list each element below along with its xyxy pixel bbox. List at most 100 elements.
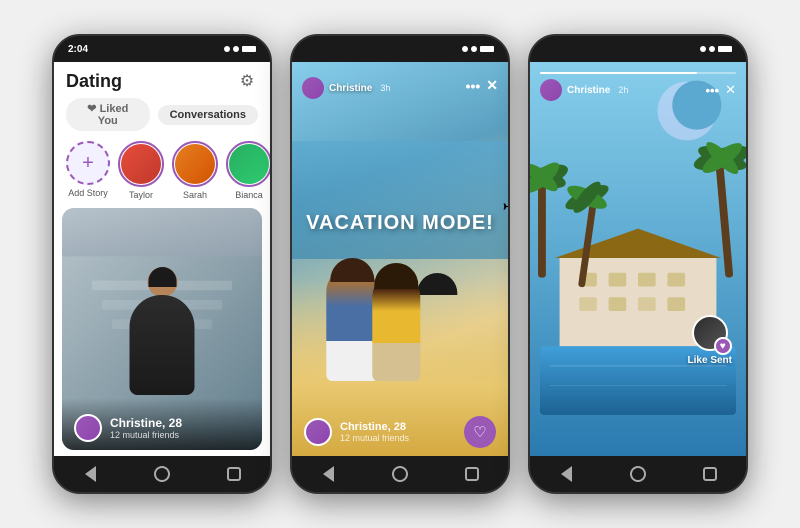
status-bar-1: 2:04 [54, 36, 270, 62]
avatar-sarah [175, 144, 215, 184]
story-user-row: Christine 3h [302, 77, 458, 99]
like-view: Christine 2h ••• ✕ ♥ Like Sent [530, 62, 746, 456]
story-ring-bianca [226, 141, 270, 187]
tab-row: ❤ ❤ Liked YouLiked You Conversations [54, 96, 270, 137]
story-username: Christine [329, 83, 372, 94]
like-user-avatar [540, 79, 562, 101]
story-profile-name: Christine, 28 [340, 421, 409, 433]
like-heart-badge: ♥ [714, 337, 732, 355]
story-name-block: Christine, 28 12 mutual friends [340, 421, 409, 443]
heart-icon: ❤ [87, 103, 99, 115]
phone-3: Christine 2h ••• ✕ ♥ Like Sent [528, 34, 748, 494]
settings-icon[interactable]: ⚙ [236, 70, 258, 92]
person-body [130, 295, 195, 395]
profile-card-bg: Christine, 28 12 mutual friends [62, 208, 262, 450]
like-screen: Christine 2h ••• ✕ ♥ Like Sent [530, 62, 746, 456]
person1 [326, 266, 378, 381]
person-hair [148, 267, 176, 287]
story-heart-button[interactable]: ♡ [464, 416, 496, 448]
profile-mutual: 12 mutual friends [110, 430, 182, 440]
battery-icon [242, 46, 256, 52]
story-label-bianca: Bianca [235, 190, 263, 200]
back-button-3[interactable] [555, 463, 577, 485]
story-bianca[interactable]: Bianca [226, 141, 270, 200]
liked-you-tab[interactable]: ❤ ❤ Liked YouLiked You [66, 98, 150, 131]
story-more-icon[interactable]: ••• [466, 78, 481, 94]
recents-button[interactable] [223, 463, 245, 485]
wifi-icon-3 [709, 46, 715, 52]
add-story-btn[interactable]: + [66, 141, 110, 185]
story-bottom-bar: Christine, 28 12 mutual friends ♡ [292, 408, 508, 456]
status-bar-2 [292, 36, 508, 62]
add-story-item[interactable]: + Add Story [66, 141, 110, 198]
avatar-bianca [229, 144, 269, 184]
status-icons-3 [700, 46, 732, 52]
close-icon-3[interactable]: ✕ [725, 82, 736, 98]
recents-button-3[interactable] [699, 463, 721, 485]
phone-2: Christine 3h ••• ✕ VACATION MODE! ✈ Chri… [290, 34, 510, 494]
profile-mini-avatar [74, 414, 102, 442]
conversations-tab[interactable]: Conversations [158, 105, 258, 125]
dating-screen: Dating ⚙ ❤ ❤ Liked YouLiked You Conversa… [54, 62, 270, 456]
home-button-3[interactable] [627, 463, 649, 485]
story-text-overlay: VACATION MODE! ✈ [306, 212, 494, 235]
like-progress-bar [540, 72, 736, 74]
story-label-sarah: Sarah [183, 190, 207, 200]
profile-card[interactable]: Christine, 28 12 mutual friends [62, 208, 262, 450]
vacation-text: VACATION MODE! [306, 212, 494, 234]
like-user-row: Christine 2h ••• ✕ [540, 79, 736, 101]
story-sarah[interactable]: Sarah [172, 141, 218, 200]
like-time: 2h [618, 85, 628, 95]
battery-icon-2 [480, 46, 494, 52]
phone-1: 2:04 Dating ⚙ ❤ ❤ Liked YouLiked You Con… [52, 34, 272, 494]
person2 [372, 273, 420, 381]
story-actions-3: ••• ✕ [705, 82, 736, 98]
add-story-label: Add Story [68, 188, 108, 198]
more-icon-3[interactable]: ••• [705, 83, 719, 98]
dating-header: Dating ⚙ [54, 62, 270, 96]
like-sent-avatar-wrap: ♥ [692, 315, 728, 351]
story-header-2: Christine 3h ••• ✕ [292, 68, 508, 103]
recents-button-2[interactable] [461, 463, 483, 485]
person3 [414, 281, 460, 381]
stories-row: + Add Story Taylor Sarah [54, 137, 270, 204]
story-header-inner: Christine 3h [302, 72, 458, 99]
status-bar-3 [530, 36, 746, 62]
story-sea-bg [292, 141, 508, 259]
story-mutual-friends: 12 mutual friends [340, 433, 409, 443]
home-button[interactable] [151, 463, 173, 485]
story-ring-sarah [172, 141, 218, 187]
battery-icon-3 [718, 46, 732, 52]
back-button-2[interactable] [317, 463, 339, 485]
wifi-icon [233, 46, 239, 52]
time-display-1: 2:04 [68, 44, 88, 55]
beach-people [326, 266, 460, 381]
like-sent-bubble: ♥ Like Sent [688, 315, 732, 366]
app-title: Dating [66, 71, 122, 92]
profile-name-block: Christine, 28 12 mutual friends [110, 416, 182, 440]
story-screen: Christine 3h ••• ✕ VACATION MODE! ✈ Chri… [292, 62, 508, 456]
back-button[interactable] [79, 463, 101, 485]
wifi-icon-2 [471, 46, 477, 52]
signal-icon-3 [700, 46, 706, 52]
home-button-2[interactable] [389, 463, 411, 485]
tropical-scene-svg [530, 62, 746, 456]
story-label-taylor: Taylor [129, 190, 153, 200]
story-profile-mini-avatar [304, 418, 332, 446]
story-header-3: Christine 2h ••• ✕ [530, 68, 746, 105]
avatar-taylor [121, 144, 161, 184]
bottom-nav-2 [292, 456, 508, 492]
airplane-emoji: ✈ [502, 192, 508, 223]
story-time: 3h [380, 83, 390, 93]
status-icons-1 [224, 46, 256, 52]
like-progress-fill [540, 72, 697, 74]
profile-name: Christine, 28 [110, 416, 182, 430]
signal-icon-2 [462, 46, 468, 52]
like-username: Christine [567, 85, 610, 96]
bottom-nav-1 [54, 456, 270, 492]
status-icons-2 [462, 46, 494, 52]
profile-info-bar: Christine, 28 12 mutual friends [62, 398, 262, 450]
story-close-icon[interactable]: ✕ [486, 77, 498, 94]
like-user-left: Christine 2h [540, 79, 628, 101]
story-taylor[interactable]: Taylor [118, 141, 164, 200]
